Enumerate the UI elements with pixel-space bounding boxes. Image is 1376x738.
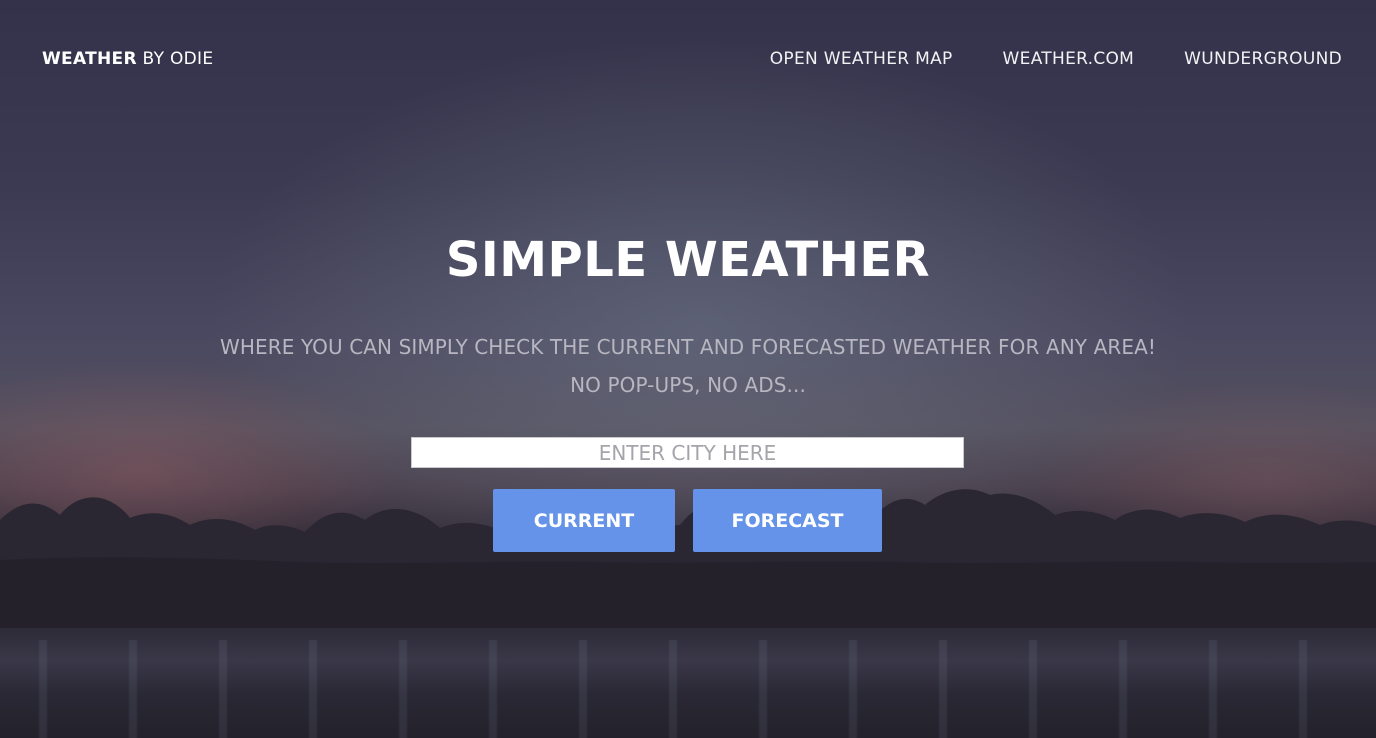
page-background: WEATHER BY ODIE OPEN WEATHER MAP WEATHER… [0, 0, 1376, 738]
brand-bold-text: WEATHER [42, 49, 137, 69]
treeline-silhouette [0, 489, 1376, 640]
water-reflection [0, 640, 1376, 738]
subtitle-line-1: WHERE YOU CAN SIMPLY CHECK THE CURRENT A… [220, 335, 1156, 359]
current-weather-button[interactable]: CURRENT [493, 489, 675, 552]
nav-link-open-weather-map[interactable]: OPEN WEATHER MAP [770, 49, 953, 69]
nav-link-weather-com[interactable]: WEATHER.COM [1003, 49, 1135, 69]
city-search-input[interactable] [411, 437, 964, 468]
page-title: SIMPLE WEATHER [445, 232, 931, 288]
forecast-button[interactable]: FORECAST [693, 489, 882, 552]
page-subtitle: WHERE YOU CAN SIMPLY CHECK THE CURRENT A… [0, 328, 1376, 404]
top-nav: OPEN WEATHER MAP WEATHER.COM WUNDERGROUN… [770, 49, 1342, 69]
brand-logo[interactable]: WEATHER BY ODIE [42, 49, 213, 69]
subtitle-line-2: NO POP-UPS, NO ADS... [570, 373, 806, 397]
nav-link-wunderground[interactable]: WUNDERGROUND [1184, 49, 1342, 69]
brand-rest-text: BY ODIE [136, 49, 214, 69]
